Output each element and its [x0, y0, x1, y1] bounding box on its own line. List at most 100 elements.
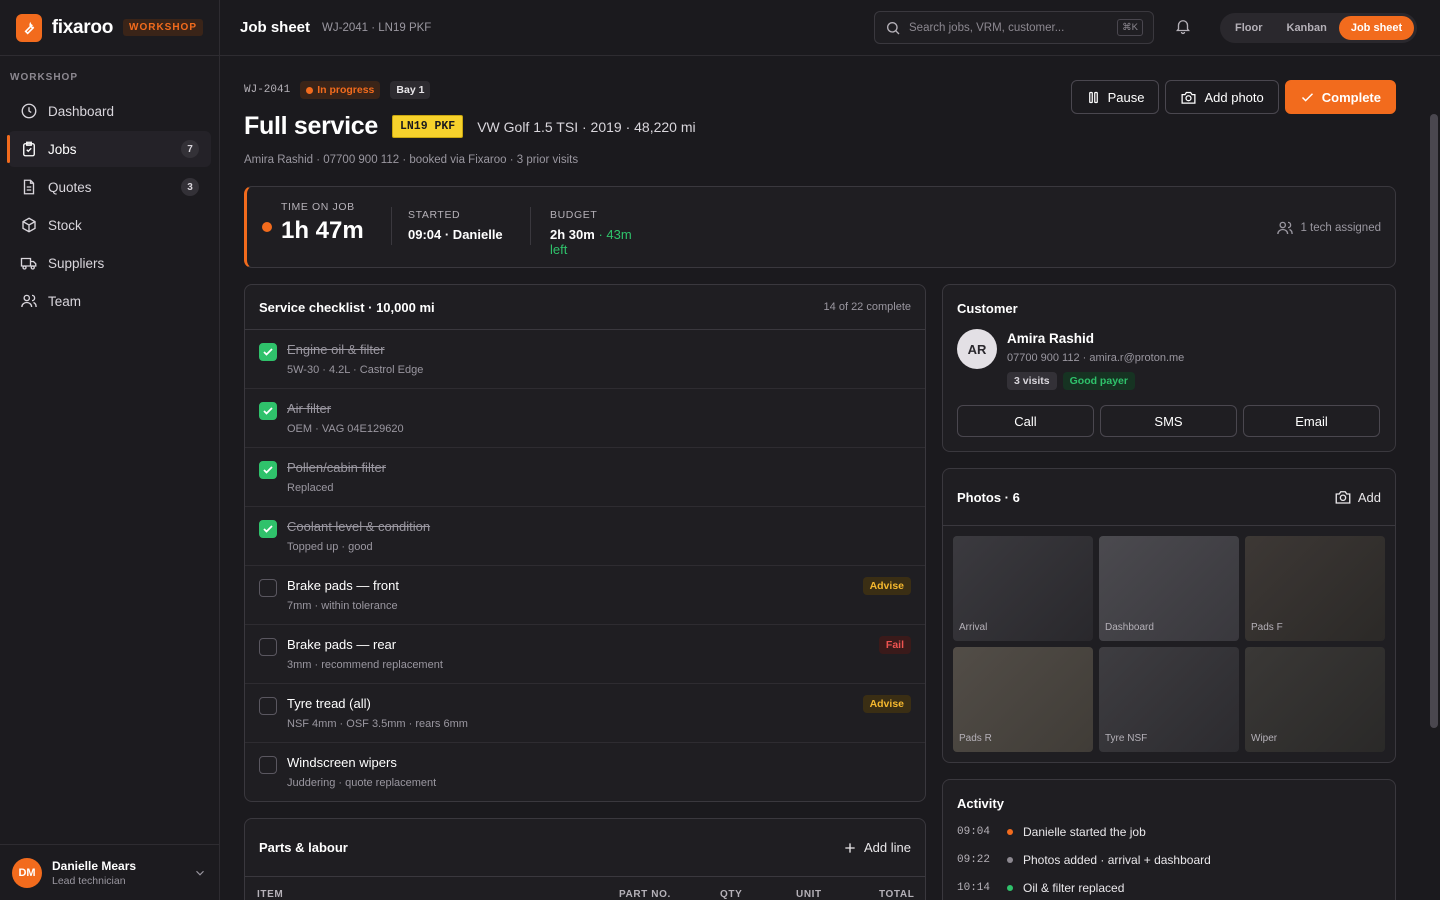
checkbox[interactable]: [259, 579, 277, 597]
search-input[interactable]: Search jobs, VRM, customer... ⌘K: [874, 11, 1154, 44]
time-on-job-label: TIME ON JOB: [281, 201, 355, 213]
view-switcher: Floor Kanban Job sheet: [1220, 13, 1418, 43]
check-icon: [263, 348, 273, 356]
sidebar-item-suppliers[interactable]: Suppliers: [8, 245, 211, 281]
pause-icon: [1088, 91, 1098, 103]
checklist-item[interactable]: Windscreen wipers Juddering · quote repla…: [245, 743, 925, 801]
budget-label: BUDGET: [550, 209, 598, 221]
scrollbar[interactable]: [1430, 114, 1438, 728]
photo-thumbnail[interactable]: Arrival: [953, 536, 1093, 641]
email-button[interactable]: Email: [1243, 405, 1380, 437]
app-root: fixaroo WORKSHOP WORKSHOP Dashboard Jobs…: [0, 0, 1440, 900]
photo-thumbnail[interactable]: Tyre NSF: [1099, 647, 1239, 752]
sidebar-item-jobs[interactable]: Jobs 7: [7, 131, 211, 167]
parts-title: Parts & labour: [259, 840, 348, 855]
customer-card: Customer AR Amira Rashid 07700 900 112 ·…: [942, 284, 1396, 452]
customer-name[interactable]: Amira Rashid: [1007, 331, 1094, 346]
checklist-item-detail: 5W-30 · 4.2L · Castrol Edge: [287, 364, 424, 376]
checklist-item[interactable]: Tyre tread (all) NSF 4mm · OSF 3.5mm · re…: [245, 684, 925, 743]
checkbox[interactable]: [259, 697, 277, 715]
add-photo-small-button[interactable]: Add: [1334, 488, 1381, 506]
vehicle-details: VW Golf 1.5 TSI · 2019 · 48,220 mi: [477, 118, 696, 135]
call-button[interactable]: Call: [957, 405, 1094, 437]
checklist-item[interactable]: Engine oil & filter 5W-30 · 4.2L · Castro…: [245, 330, 925, 389]
sidebar-item-label: Jobs: [48, 141, 77, 157]
pause-button[interactable]: Pause: [1070, 80, 1160, 114]
started-value: 09:04 · Danielle: [408, 227, 503, 242]
checklist-title: Service checklist · 10,000 mi: [259, 299, 435, 315]
activity-time: 09:22: [957, 854, 991, 866]
bell-icon[interactable]: [1174, 17, 1192, 40]
add-photo-button[interactable]: Add photo: [1165, 80, 1279, 114]
checkbox[interactable]: [259, 756, 277, 774]
photos-title: Photos · 6: [957, 489, 1020, 505]
checkbox[interactable]: [259, 402, 277, 420]
clipboard-check-icon: [23, 141, 35, 157]
photo-thumbnail[interactable]: Dashboard: [1099, 536, 1239, 641]
user-menu[interactable]: DM Danielle Mears Lead technician: [0, 844, 219, 900]
checklist-item[interactable]: Pollen/cabin filter Replaced: [245, 448, 925, 507]
nav-count-badge: 7: [181, 140, 199, 158]
plus-icon: [845, 842, 855, 853]
sidebar-item-team[interactable]: Team: [8, 283, 211, 319]
add-line-button[interactable]: Add line: [842, 840, 911, 856]
avatar: AR: [957, 329, 997, 369]
activity-text: Photos added · arrival + dashboard: [1023, 853, 1211, 867]
checklist-item-detail: Topped up · good: [287, 541, 373, 553]
complete-label: Complete: [1321, 89, 1381, 105]
activity-text: Danielle started the job: [1023, 825, 1146, 839]
pause-label: Pause: [1107, 89, 1145, 105]
checkbox[interactable]: [259, 343, 277, 361]
photo-thumbnail[interactable]: Pads F: [1245, 536, 1385, 641]
checkbox[interactable]: [259, 638, 277, 656]
avatar: DM: [12, 857, 42, 888]
status-badge: In progress: [300, 81, 381, 99]
brand-name: fixaroo: [51, 16, 114, 38]
check-icon: [263, 525, 273, 533]
tech-assigned-text: 1 tech assigned: [1300, 222, 1381, 234]
view-kanban[interactable]: Kanban: [1275, 16, 1339, 40]
complete-button[interactable]: Complete: [1284, 80, 1396, 114]
activity-text: Oil & filter replaced: [1023, 881, 1125, 895]
sidebar-item-dashboard[interactable]: Dashboard: [8, 93, 211, 129]
view-floor[interactable]: Floor: [1223, 16, 1275, 40]
checklist-item-title: Engine oil & filter: [287, 342, 385, 357]
visits-badge: 3 visits: [1007, 372, 1057, 390]
photo-thumbnail[interactable]: Wiper: [1245, 647, 1385, 752]
checkbox[interactable]: [259, 520, 277, 538]
checklist-item[interactable]: Brake pads — rear 3mm · recommend replace…: [245, 625, 925, 684]
checklist-item-title: Air filter: [287, 401, 332, 416]
photo-caption: Pads F: [1251, 622, 1283, 633]
page-subtitle: WJ-2041 · LN19 PKF: [322, 21, 432, 34]
photo-thumbnail[interactable]: Pads R: [953, 647, 1093, 752]
checklist-item-title: Coolant level & condition: [287, 519, 431, 534]
checklist-item[interactable]: Air filter OEM · VAG 04E129620: [245, 389, 925, 448]
checklist-item[interactable]: Brake pads — front 7mm · within tolerance…: [245, 566, 925, 625]
box-icon: [22, 217, 36, 233]
activity-item: 09:22 Photos added · arrival + dashboard: [957, 853, 1211, 867]
topbar: Job sheet WJ-2041 · LN19 PKF Search jobs…: [220, 0, 1440, 56]
activity-time: 10:14: [957, 882, 991, 894]
checklist-item-detail: NSF 4mm · OSF 3.5mm · rears 6mm: [287, 718, 468, 730]
tech-assigned[interactable]: 1 tech assigned: [1276, 219, 1381, 237]
sidebar-item-label: Team: [48, 293, 82, 309]
checklist-item[interactable]: Coolant level & condition Topped up · goo…: [245, 507, 925, 566]
activity-item: 10:14 Oil & filter replaced: [957, 881, 1124, 895]
sidebar-item-label: Dashboard: [48, 103, 115, 119]
job-title: Full service: [244, 112, 378, 140]
view-job-sheet[interactable]: Job sheet: [1338, 16, 1415, 40]
sidebar-item-stock[interactable]: Stock: [8, 207, 211, 243]
shortcut-hint: ⌘K: [1117, 19, 1143, 36]
brand[interactable]: fixaroo WORKSHOP: [0, 0, 219, 56]
checkbox[interactable]: [259, 461, 277, 479]
add-photo-small-label: Add: [1357, 489, 1381, 505]
status-dot: [306, 86, 314, 94]
activity-dot: [1007, 829, 1013, 835]
column-header: TOTAL: [879, 889, 915, 900]
checklist-items: Engine oil & filter 5W-30 · 4.2L · Castro…: [245, 330, 925, 801]
started-label: STARTED: [408, 209, 461, 221]
brand-tag: WORKSHOP: [123, 19, 203, 36]
sidebar-item-quotes[interactable]: Quotes 3: [8, 169, 211, 205]
photo-caption: Dashboard: [1105, 622, 1154, 633]
sms-button[interactable]: SMS: [1100, 405, 1237, 437]
